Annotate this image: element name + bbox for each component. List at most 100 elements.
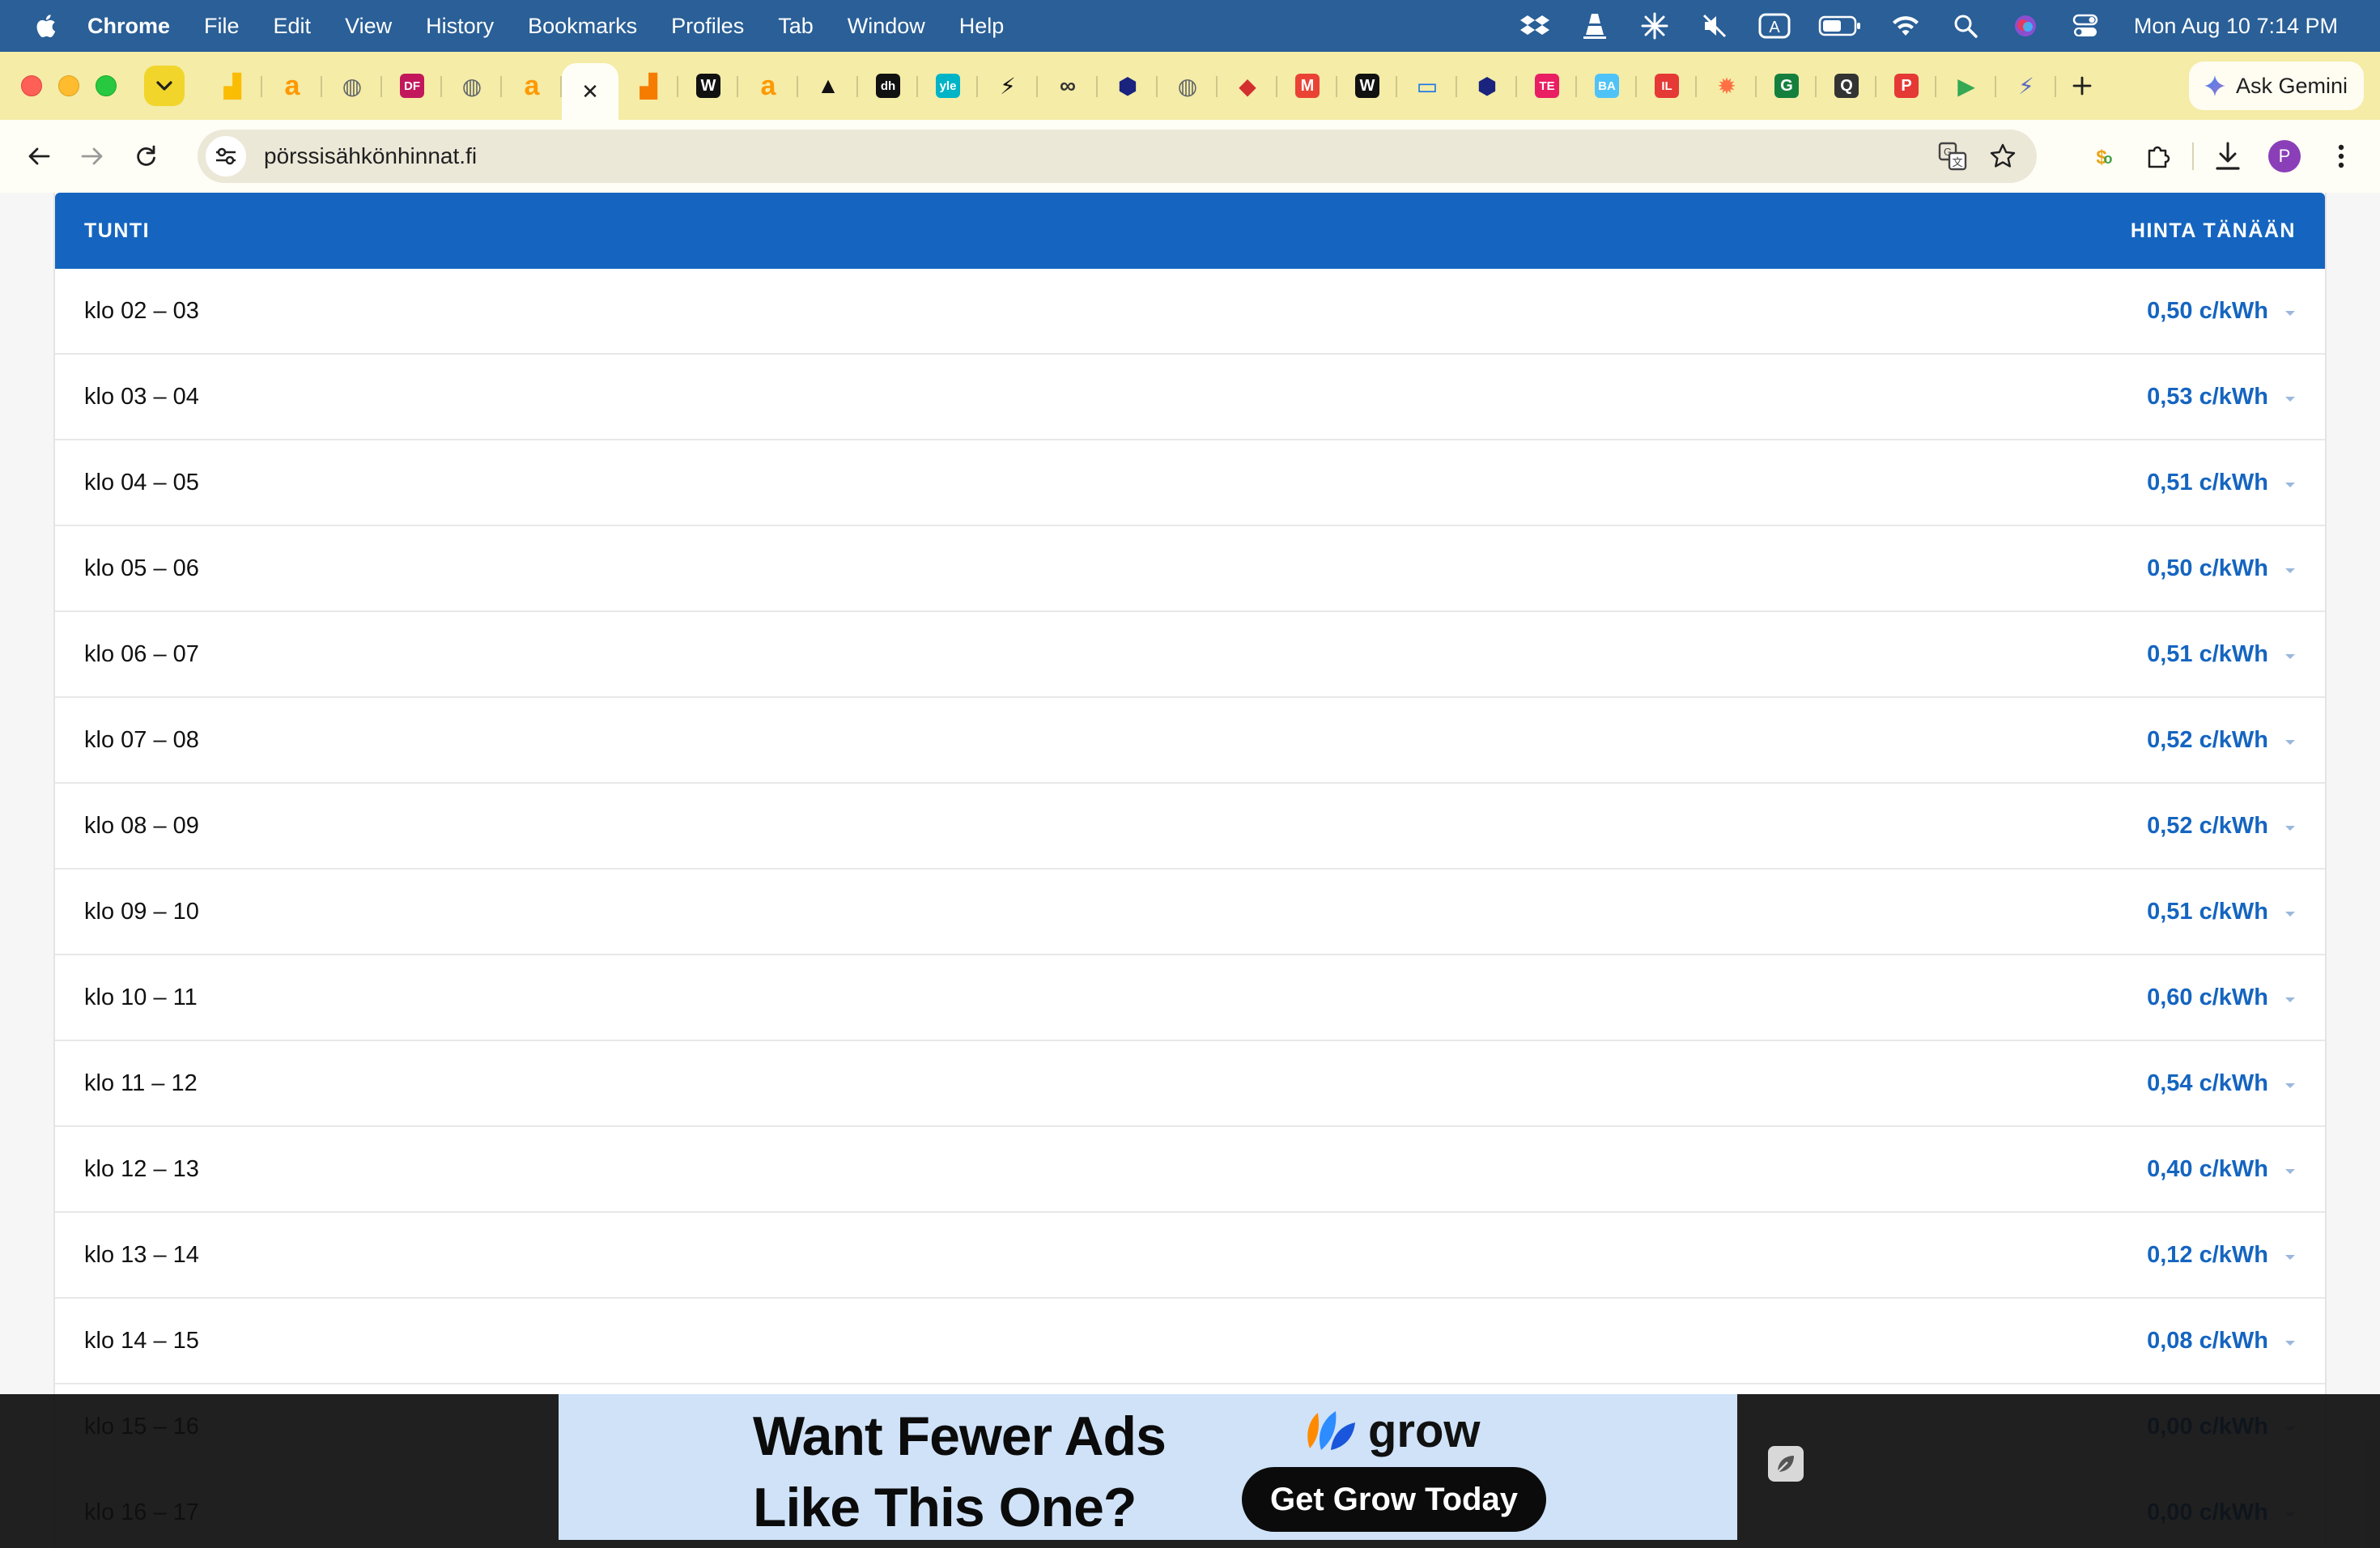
table-row[interactable]: klo 04 – 05 0,51 c/kWh	[55, 440, 2325, 526]
row-price-cell[interactable]: 0,08 c/kWh	[2147, 1328, 2296, 1354]
table-row[interactable]: klo 07 – 08 0,52 c/kWh	[55, 698, 2325, 784]
row-price-cell[interactable]: 0,51 c/kWh	[2147, 470, 2296, 496]
pinned-tab[interactable]: W	[678, 62, 738, 110]
table-row[interactable]: klo 02 – 03 0,50 c/kWh	[55, 269, 2325, 355]
menu-app-name[interactable]: Chrome	[87, 14, 170, 39]
perplexity-icon[interactable]	[1638, 10, 1671, 42]
row-price-cell[interactable]: 0,60 c/kWh	[2147, 985, 2296, 1011]
wifi-icon[interactable]	[1889, 10, 1922, 42]
pinned-tab[interactable]: P	[1876, 62, 1936, 110]
tab-search-button[interactable]	[144, 66, 185, 106]
spotlight-search-icon[interactable]	[1949, 10, 1982, 42]
ask-gemini-button[interactable]: Ask Gemini	[2188, 62, 2364, 110]
table-row[interactable]: klo 10 – 11 0,60 c/kWh	[55, 955, 2325, 1041]
extensions-puzzle-icon[interactable]	[2136, 134, 2181, 179]
row-price-cell[interactable]: 0,40 c/kWh	[2147, 1156, 2296, 1183]
row-price-cell[interactable]: 0,50 c/kWh	[2147, 555, 2296, 582]
pinned-tab[interactable]: TE	[1517, 62, 1577, 110]
pinned-tab[interactable]: IL	[1637, 62, 1697, 110]
forward-button[interactable]	[68, 132, 117, 181]
table-row[interactable]: klo 14 – 15 0,08 c/kWh	[55, 1299, 2325, 1384]
table-row[interactable]: klo 09 – 10 0,51 c/kWh	[55, 870, 2325, 955]
menu-history[interactable]: History	[426, 14, 494, 39]
pinned-tab[interactable]: ✹	[1697, 62, 1757, 110]
ad-banner[interactable]: Want Fewer Ads Like This One? grow Get G…	[559, 1394, 1737, 1540]
siri-icon[interactable]	[2009, 10, 2042, 42]
dropbox-icon[interactable]	[1519, 10, 1551, 42]
control-center-icon[interactable]	[2069, 10, 2102, 42]
pinned-tab[interactable]: ▟	[202, 62, 262, 110]
reload-button[interactable]	[121, 132, 170, 181]
pinned-tab[interactable]: ⚡	[978, 62, 1038, 110]
url-text[interactable]: pörssisähkönhinnat.fi	[264, 143, 477, 169]
active-tab-close-icon[interactable]: ✕	[578, 79, 602, 104]
row-price-cell[interactable]: 0,50 c/kWh	[2147, 298, 2296, 325]
pinned-tab[interactable]: G	[1757, 62, 1817, 110]
menu-profiles[interactable]: Profiles	[671, 14, 744, 39]
pinned-tab[interactable]: dh	[858, 62, 918, 110]
table-row[interactable]: klo 03 – 04 0,53 c/kWh	[55, 355, 2325, 440]
pinned-tab[interactable]: DF	[382, 62, 442, 110]
pinned-tab[interactable]: ▭	[1397, 62, 1457, 110]
extension-su-icon[interactable]: $ o	[2079, 134, 2124, 179]
vlc-icon[interactable]	[1579, 10, 1611, 42]
get-grow-today-button[interactable]: Get Grow Today	[1242, 1467, 1546, 1532]
minimize-window-button[interactable]	[58, 75, 79, 96]
row-price-cell[interactable]: 0,52 c/kWh	[2147, 727, 2296, 754]
pinned-tab[interactable]: ◍	[1158, 62, 1218, 110]
page-viewport[interactable]: TUNTI HINTA TÄNÄÄN klo 02 – 03 0,50 c/kWh…	[0, 193, 2380, 1548]
close-window-button[interactable]	[21, 75, 42, 96]
pinned-tab[interactable]: ⬢	[1098, 62, 1158, 110]
active-tab[interactable]: ✕	[562, 63, 618, 120]
menu-edit[interactable]: Edit	[274, 14, 312, 39]
pinned-tab[interactable]: W	[1337, 62, 1397, 110]
back-button[interactable]	[15, 132, 63, 181]
table-row[interactable]: klo 11 – 12 0,54 c/kWh	[55, 1041, 2325, 1127]
mute-icon[interactable]	[1698, 10, 1731, 42]
row-price-cell[interactable]: 0,51 c/kWh	[2147, 899, 2296, 925]
ad-collapse-button[interactable]	[1768, 1446, 1804, 1482]
pinned-tab[interactable]: ◆	[1218, 62, 1277, 110]
pinned-tab[interactable]: a	[738, 62, 798, 110]
table-row[interactable]: klo 05 – 06 0,50 c/kWh	[55, 526, 2325, 612]
table-row[interactable]: klo 06 – 07 0,51 c/kWh	[55, 612, 2325, 698]
pinned-tab[interactable]: ▟	[618, 62, 678, 110]
input-source-icon[interactable]: A	[1758, 10, 1791, 42]
row-price-cell[interactable]: 0,51 c/kWh	[2147, 641, 2296, 668]
table-row[interactable]: klo 12 – 13 0,40 c/kWh	[55, 1127, 2325, 1213]
chrome-menu-button[interactable]	[2318, 134, 2364, 179]
menu-file[interactable]: File	[204, 14, 240, 39]
row-price-cell[interactable]: 0,53 c/kWh	[2147, 384, 2296, 410]
bookmark-star-icon[interactable]	[1985, 138, 2021, 174]
pinned-tab[interactable]: a	[262, 62, 322, 110]
menu-bar-clock[interactable]: Mon Aug 10 7:14 PM	[2134, 14, 2338, 39]
row-price-cell[interactable]: 0,54 c/kWh	[2147, 1070, 2296, 1097]
menu-tab[interactable]: Tab	[778, 14, 814, 39]
pinned-tab[interactable]: ▶	[1936, 62, 1996, 110]
fullscreen-window-button[interactable]	[96, 75, 117, 96]
new-tab-button[interactable]	[2059, 63, 2105, 108]
pinned-tab[interactable]: BA	[1577, 62, 1637, 110]
battery-icon[interactable]	[1818, 10, 1862, 42]
menu-window[interactable]: Window	[848, 14, 925, 39]
pinned-tab[interactable]: ⚡	[1996, 62, 2056, 110]
pinned-tab[interactable]: ◍	[322, 62, 382, 110]
pinned-tab[interactable]: ⬢	[1457, 62, 1517, 110]
address-bar[interactable]: pörssisähkönhinnat.fi G文	[198, 130, 2037, 183]
row-price-cell[interactable]: 0,12 c/kWh	[2147, 1242, 2296, 1269]
pinned-tab[interactable]: ▲	[798, 62, 858, 110]
translate-icon[interactable]: G文	[1935, 138, 1970, 174]
pinned-tab[interactable]: ∞	[1038, 62, 1098, 110]
table-row[interactable]: klo 13 – 14 0,12 c/kWh	[55, 1213, 2325, 1299]
pinned-tab[interactable]: yle	[918, 62, 978, 110]
pinned-tab[interactable]: a	[502, 62, 562, 110]
row-price-cell[interactable]: 0,52 c/kWh	[2147, 813, 2296, 840]
table-row[interactable]: klo 08 – 09 0,52 c/kWh	[55, 784, 2325, 870]
pinned-tab[interactable]: ◍	[442, 62, 502, 110]
apple-logo-icon[interactable]	[32, 12, 57, 40]
downloads-icon[interactable]	[2205, 134, 2250, 179]
pinned-tab[interactable]: Q	[1817, 62, 1876, 110]
menu-help[interactable]: Help	[959, 14, 1005, 39]
pinned-tab[interactable]: M	[1277, 62, 1337, 110]
menu-view[interactable]: View	[345, 14, 392, 39]
